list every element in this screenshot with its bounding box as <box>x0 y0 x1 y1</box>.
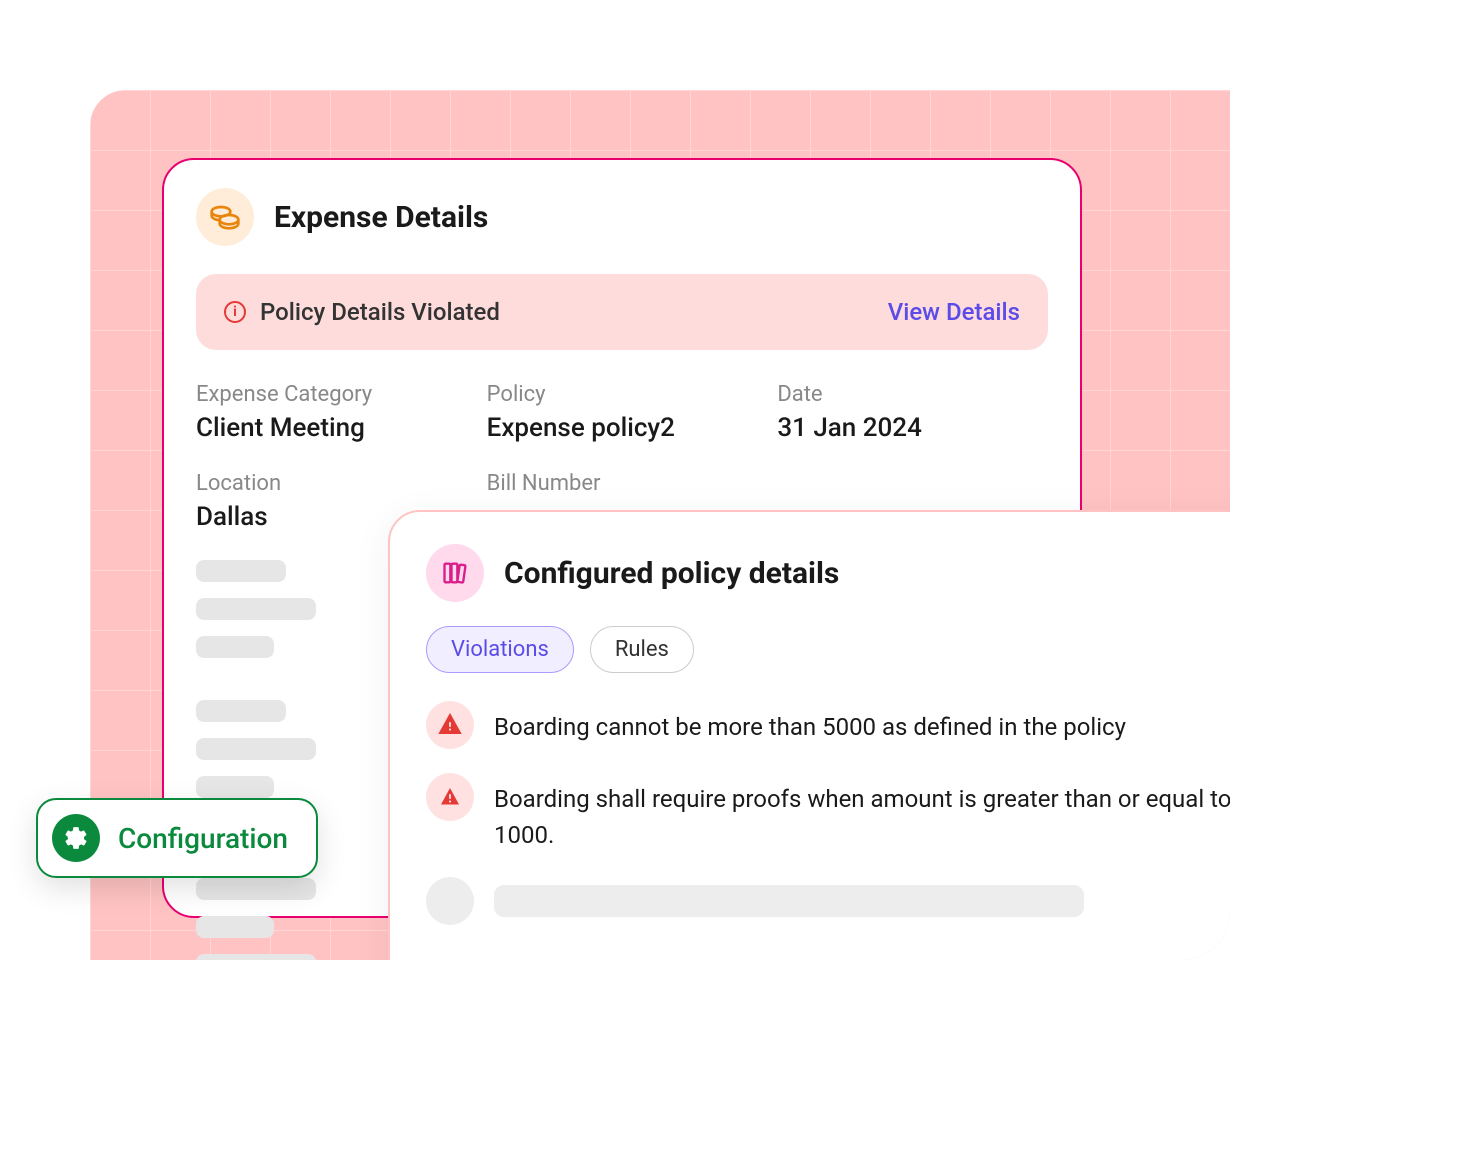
view-details-link[interactable]: View Details <box>888 298 1020 326</box>
tab-rules[interactable]: Rules <box>590 626 694 673</box>
books-icon <box>426 544 484 602</box>
violation-text: Boarding cannot be more than 5000 as def… <box>494 701 1126 745</box>
skeleton-line <box>196 560 286 582</box>
gear-icon <box>52 814 100 862</box>
skeleton-line <box>196 636 274 658</box>
date-cell: Date 31 Jan 2024 <box>777 382 1048 443</box>
skeleton-line <box>196 954 316 960</box>
violation-item: Boarding shall require proofs when amoun… <box>426 773 1230 853</box>
skeleton-line <box>196 700 286 722</box>
policy-value: Expense policy2 <box>487 413 758 443</box>
coins-icon <box>196 188 254 246</box>
skeleton-circle <box>426 877 474 925</box>
configuration-label: Configuration <box>118 822 288 855</box>
outer-container: Expense Details i Policy Details Violate… <box>0 0 1230 960</box>
policy-card-header: Configured policy details <box>426 544 1230 602</box>
policy-label: Policy <box>487 382 758 407</box>
skeleton-line <box>196 878 316 900</box>
expense-card-header: Expense Details <box>196 188 1048 246</box>
skeleton-bar <box>494 885 1084 917</box>
expense-card-title: Expense Details <box>274 200 488 235</box>
configured-policy-card: Configured policy details Violations Rul… <box>388 510 1230 960</box>
alert-icon <box>426 773 474 821</box>
banner-left: i Policy Details Violated <box>224 298 500 326</box>
date-value: 31 Jan 2024 <box>777 413 1048 443</box>
policy-cell: Policy Expense policy2 <box>487 382 758 443</box>
location-label: Location <box>196 471 467 496</box>
tab-violations[interactable]: Violations <box>426 626 574 673</box>
skeleton-row <box>426 877 1230 925</box>
tab-row: Violations Rules <box>426 626 1230 673</box>
expense-category-value: Client Meeting <box>196 413 467 443</box>
date-label: Date <box>777 382 1048 407</box>
banner-text: Policy Details Violated <box>260 298 500 326</box>
alert-icon <box>426 701 474 749</box>
bill-number-label: Bill Number <box>487 471 758 496</box>
skeleton-line <box>196 738 316 760</box>
expense-category-cell: Expense Category Client Meeting <box>196 382 467 443</box>
skeleton-line <box>196 598 316 620</box>
info-icon: i <box>224 301 246 323</box>
policy-card-title: Configured policy details <box>504 556 839 591</box>
expense-category-label: Expense Category <box>196 382 467 407</box>
violation-text: Boarding shall require proofs when amoun… <box>494 773 1230 853</box>
violation-item: Boarding cannot be more than 5000 as def… <box>426 701 1230 749</box>
policy-violated-banner: i Policy Details Violated View Details <box>196 274 1048 350</box>
skeleton-line <box>196 776 274 798</box>
skeleton-line <box>196 916 274 938</box>
configuration-button[interactable]: Configuration <box>36 798 318 878</box>
